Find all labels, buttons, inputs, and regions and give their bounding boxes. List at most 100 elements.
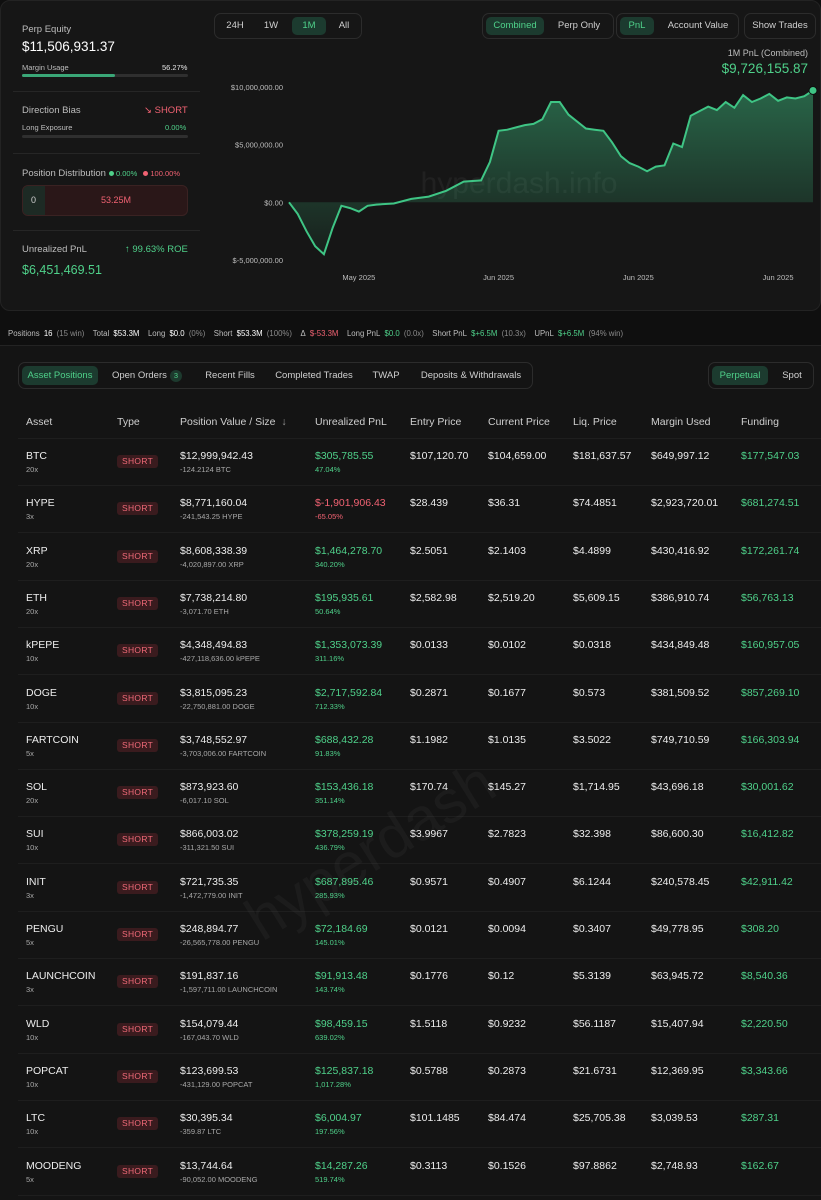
current-price: $0.1677 xyxy=(488,686,526,699)
position-value: $3,815,095.23 xyxy=(180,686,248,699)
liq-price: $5.3139 xyxy=(573,970,611,983)
position-size: -359.87 LTC xyxy=(180,1127,222,1137)
position-type-badge: SHORT xyxy=(117,1022,159,1036)
funding: $8,540.36 xyxy=(741,970,788,983)
y-tick-label: $5,000,000.00 xyxy=(235,141,283,150)
mode-selector: Combined Perp Only xyxy=(482,13,614,39)
table-row[interactable]: INIT 3x SHORT $721,735.35 -1,472,779.00 INIT… xyxy=(0,865,821,912)
trend-down-icon: ↘ xyxy=(144,105,152,116)
table-row[interactable]: kPEPE 10x SHORT $4,348,494.83 -427,118,636.0… xyxy=(0,628,821,676)
unrealized-pnl: $6,004.97 xyxy=(315,1112,362,1125)
liq-price: $181,637.57 xyxy=(573,450,632,462)
asset-name: SUI xyxy=(26,828,44,841)
header-current-price[interactable]: Current Price xyxy=(488,416,550,428)
tab-asset-positions[interactable]: Asset Positions xyxy=(22,366,98,385)
table-row[interactable]: DOGE 10x SHORT $3,815,095.23 -22,750,881.00 … xyxy=(0,676,821,723)
range-24h-button[interactable]: 24H xyxy=(221,17,249,35)
unrealized-pnl-value: $6,451,469.51 xyxy=(22,263,102,277)
pnl-roe: 285.93% xyxy=(315,890,345,900)
leverage: 3x xyxy=(26,890,34,900)
position-value: $12,999,942.43 xyxy=(180,450,253,462)
table-row[interactable]: BTC 20x SHORT $12,999,942.43 -124.2124 BTC $3… xyxy=(0,439,821,486)
position-size: -124.2124 BTC xyxy=(180,465,231,474)
header-liq-price[interactable]: Liq. Price xyxy=(573,416,617,428)
header-unrealized-pnl[interactable]: Unrealized PnL xyxy=(315,416,387,428)
asset-name: LAUNCHCOIN xyxy=(26,970,96,983)
table-row[interactable]: MOODENG 5x SHORT $13,744.64 -90,052.00 MOODE… xyxy=(0,1149,821,1196)
mode-perp-only-button[interactable]: Perp Only xyxy=(549,17,609,35)
long-exposure-label: Long Exposure xyxy=(22,123,73,132)
metric-pnl-button[interactable]: PnL xyxy=(620,17,654,35)
header-margin-used[interactable]: Margin Used xyxy=(651,416,711,428)
show-trades-button[interactable]: Show Trades xyxy=(747,17,813,35)
header-asset[interactable]: Asset xyxy=(26,416,52,428)
range-1w-button[interactable]: 1W xyxy=(257,17,285,35)
table-row[interactable]: LAUNCHCOIN 3x SHORT $191,837.16 -1,597,711.0… xyxy=(0,959,821,1007)
funding: $177,547.03 xyxy=(741,450,800,462)
pnl-roe: 712.33% xyxy=(315,701,345,711)
pnl-roe: 436.79% xyxy=(315,843,345,853)
liq-price: $3.5022 xyxy=(573,733,611,746)
tab-recent-fills[interactable]: Recent Fills xyxy=(199,366,261,385)
margin-used: $2,748.93 xyxy=(651,1159,698,1172)
direction-bias-label: Direction Bias xyxy=(22,105,81,116)
unrealized-pnl: $1,353,073.39 xyxy=(315,639,383,652)
table-row[interactable]: FARTCOIN 5x SHORT $3,748,552.97 -3,703,006.0… xyxy=(0,723,821,770)
metric-selector: PnL Account Value xyxy=(616,13,739,39)
table-row[interactable]: HYPE 3x SHORT $8,771,160.04 -241,543.25 HYPE… xyxy=(0,486,821,534)
unrealized-pnl: $195,935.61 xyxy=(315,591,374,604)
pnl-area xyxy=(289,90,813,255)
tab-open-orders[interactable]: Open Orders 3 xyxy=(107,366,187,385)
metric-account-value-button[interactable]: Account Value xyxy=(661,17,735,35)
current-price: $0.9232 xyxy=(488,1017,526,1030)
long-dot-icon xyxy=(109,171,114,177)
asset-name: DOGE xyxy=(26,686,57,699)
header-entry-price[interactable]: Entry Price xyxy=(410,416,461,428)
asset-name: INIT xyxy=(26,875,46,888)
funding: $166,303.94 xyxy=(741,733,800,746)
asset-name: BTC xyxy=(26,450,47,462)
leverage: 20x xyxy=(26,796,39,806)
current-price: $0.4907 xyxy=(488,875,526,888)
position-size: -1,597,711.00 LAUNCHCOIN xyxy=(180,985,278,995)
tab-completed-trades[interactable]: Completed Trades xyxy=(271,366,357,385)
table-row[interactable]: ETH 20x SHORT $7,738,214.80 -3,071.70 ETH $19… xyxy=(0,581,821,628)
table-row[interactable]: PENGU 5x SHORT $248,894.77 -26,565,778.00 PE… xyxy=(0,912,821,959)
asset-name: XRP xyxy=(26,544,48,557)
funding: $160,957.05 xyxy=(741,639,800,652)
mode-combined-button[interactable]: Combined xyxy=(486,17,544,35)
table-row[interactable]: SUI 10x SHORT $866,003.02 -311,321.50 SUI $37… xyxy=(0,817,821,865)
table-row[interactable]: LTC 10x SHORT $30,395.34 -359.87 LTC $6,004.9… xyxy=(0,1101,821,1149)
open-orders-count-badge: 3 xyxy=(169,370,183,382)
unrealized-pnl: $688,432.28 xyxy=(315,733,374,746)
y-tick-label: $0.00 xyxy=(264,198,283,207)
tab-deposits-withdrawals[interactable]: Deposits & Withdrawals xyxy=(415,366,527,385)
tab-twap[interactable]: TWAP xyxy=(368,366,404,385)
y-tick-label: $-5,000,000.00 xyxy=(233,256,283,265)
x-tick-label: May 2025 xyxy=(342,273,375,282)
header-position-value[interactable]: Position Value / Size ↓ xyxy=(180,416,287,428)
range-1m-button[interactable]: 1M xyxy=(292,17,326,35)
position-size: -311,321.50 SUI xyxy=(180,843,235,853)
margin-used: $749,710.59 xyxy=(651,733,710,746)
unrealized-pnl: $2,717,592.84 xyxy=(315,686,383,699)
position-type-badge: SHORT xyxy=(117,502,159,516)
table-row[interactable]: SOL 20x SHORT $873,923.60 -6,017.10 SOL $153,… xyxy=(0,770,821,818)
market-perpetual-button[interactable]: Perpetual xyxy=(712,366,768,385)
entry-price: $0.5788 xyxy=(410,1064,448,1077)
current-price: $84.474 xyxy=(488,1112,526,1125)
row-divider xyxy=(18,1194,821,1196)
header-type[interactable]: Type xyxy=(117,416,140,428)
table-row[interactable]: XRP 20x SHORT $8,608,338.39 -4,020,897.00 XR… xyxy=(0,534,821,581)
market-spot-button[interactable]: Spot xyxy=(773,366,811,385)
x-axis: May 2025 Jun 2025 Jun 2025 Jun 2025 xyxy=(342,273,793,282)
table-row[interactable]: WLD 10x SHORT $154,079.44 -167,043.70 WLD $98… xyxy=(0,1007,821,1054)
header-funding[interactable]: Funding xyxy=(741,416,779,428)
pnl-roe: 50.64% xyxy=(315,606,341,616)
position-type-badge: SHORT xyxy=(117,880,159,894)
entry-price: $1.1982 xyxy=(410,733,448,746)
position-type-badge: SHORT xyxy=(117,975,159,989)
table-row[interactable]: POPCAT 10x SHORT $123,699.53 -431,129.00 POP… xyxy=(0,1054,821,1101)
summary-card: Perp Equity $11,506,931.37 Margin Usage … xyxy=(0,0,821,311)
range-all-button[interactable]: All xyxy=(331,17,357,35)
